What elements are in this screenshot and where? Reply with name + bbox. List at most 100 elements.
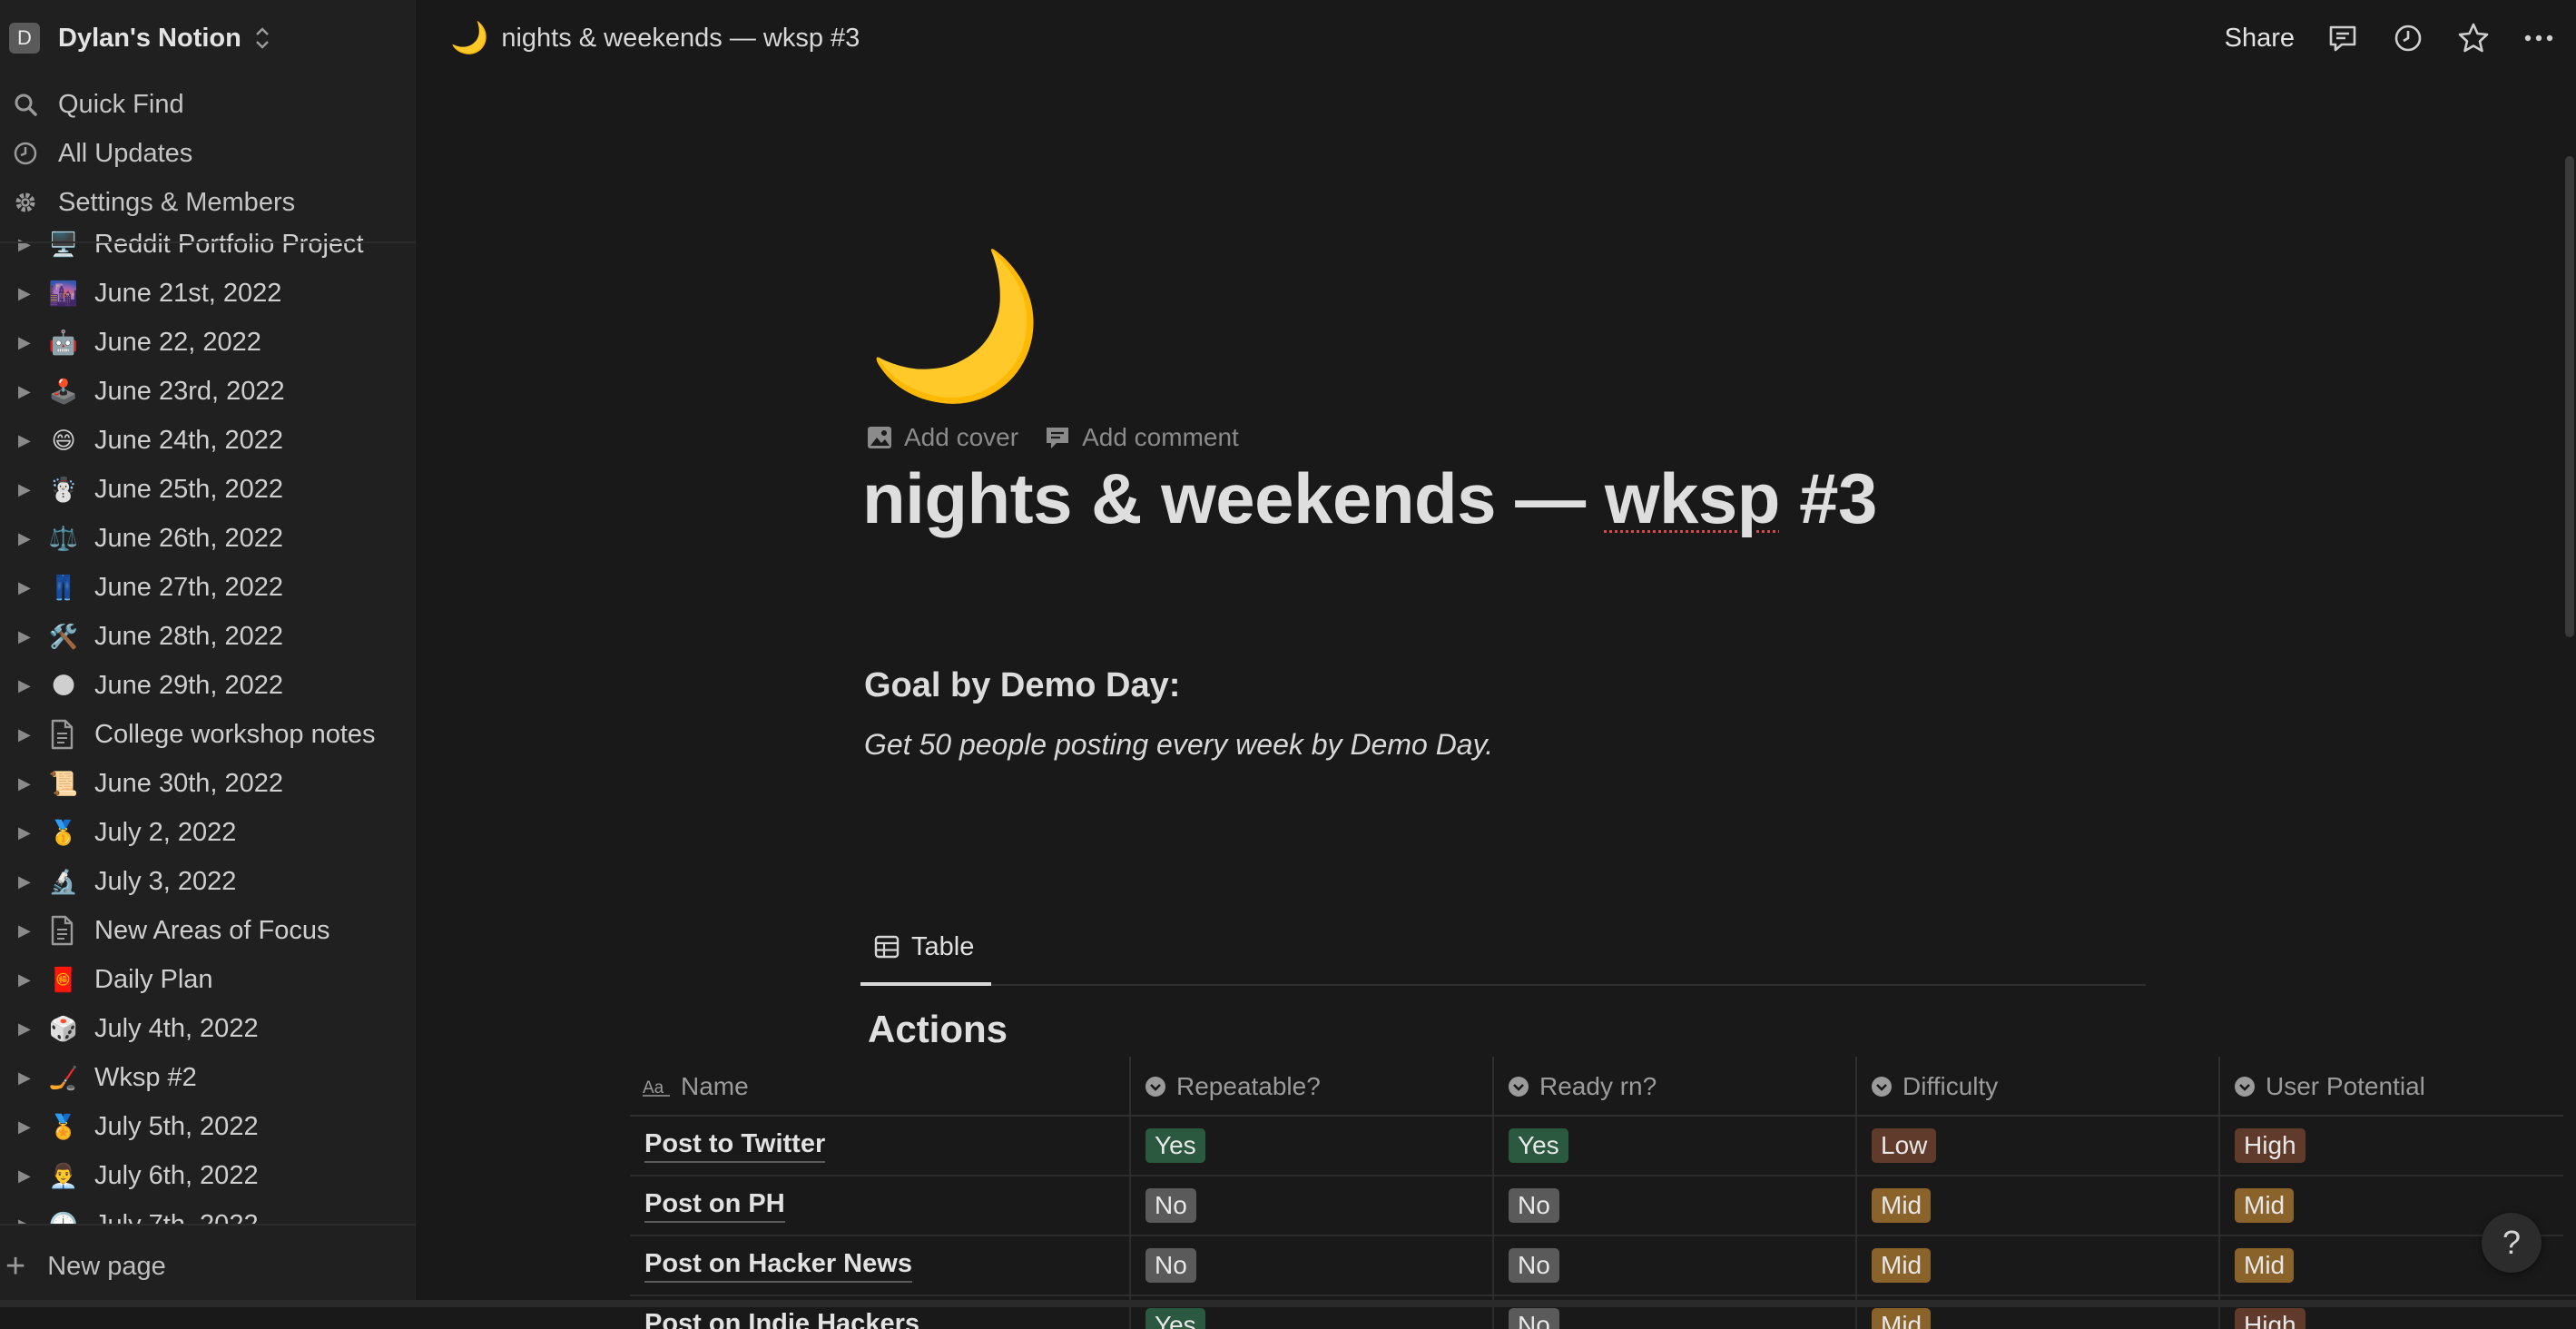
cell-repeatable[interactable]: No — [1131, 1236, 1494, 1295]
expand-triangle-icon[interactable]: ▶ — [18, 1117, 31, 1137]
expand-triangle-icon[interactable]: ▶ — [18, 284, 31, 303]
column-header-name[interactable]: Aa Name — [630, 1057, 1131, 1117]
expand-triangle-icon[interactable]: ▶ — [18, 1068, 31, 1088]
main-scrollbar[interactable] — [2563, 76, 2576, 1251]
expand-triangle-icon[interactable]: ▶ — [18, 725, 31, 744]
horizontal-scrollbar[interactable] — [0, 1300, 2576, 1307]
goal-text[interactable]: Get 50 people posting every week by Demo… — [864, 728, 1493, 762]
column-header-repeatable[interactable]: Repeatable? — [1131, 1057, 1494, 1117]
workspace-switcher[interactable]: D Dylan's Notion — [0, 0, 416, 76]
expand-triangle-icon[interactable]: ▶ — [18, 970, 31, 989]
expand-triangle-icon[interactable]: ▶ — [18, 431, 31, 450]
expand-triangle-icon[interactable]: ▶ — [18, 578, 31, 597]
favorite-star-icon[interactable] — [2456, 21, 2491, 55]
breadcrumb[interactable]: 🌙 nights & weekends — wksp #3 — [450, 20, 860, 56]
cell-ready[interactable]: No — [1494, 1176, 1857, 1235]
sidebar-page-item[interactable]: ▶🖥️Reddit Portfolio Project — [0, 220, 416, 269]
cell-difficulty[interactable]: Mid — [1857, 1176, 2220, 1235]
sidebar-page-item[interactable]: ▶🥇July 2, 2022 — [0, 808, 416, 857]
more-options-icon[interactable] — [2522, 21, 2556, 55]
sidebar-page-item[interactable]: ▶☃️June 25th, 2022 — [0, 465, 416, 514]
row-name-link[interactable]: Post to Twitter — [644, 1129, 825, 1163]
sidebar-page-item[interactable]: ▶🧧Daily Plan — [0, 955, 416, 1004]
expand-triangle-icon[interactable]: ▶ — [18, 235, 31, 254]
row-name-link[interactable]: Post on Indie Hackers — [644, 1309, 919, 1329]
expand-triangle-icon[interactable]: ▶ — [18, 333, 31, 352]
expand-triangle-icon[interactable]: ▶ — [18, 382, 31, 401]
sidebar-page-item[interactable]: ▶🎲July 4th, 2022 — [0, 1004, 416, 1053]
sidebar-page-item[interactable]: ▶🕓July 7th, 2022 — [0, 1200, 416, 1224]
expand-triangle-icon[interactable]: ▶ — [18, 1167, 31, 1186]
column-header-ready[interactable]: Ready rn? — [1494, 1057, 1857, 1117]
share-button[interactable]: Share — [2225, 24, 2295, 54]
table-row[interactable]: Post to TwitterYesYesLowHigh — [630, 1117, 2576, 1176]
add-cover-button[interactable]: Add cover — [866, 423, 1018, 452]
table-row[interactable]: Post on Hacker NewsNoNoMidMid — [630, 1236, 2576, 1296]
sidebar-page-item[interactable]: ▶🔬July 3, 2022 — [0, 857, 416, 906]
cell-name[interactable]: Post to Twitter — [630, 1117, 1131, 1175]
page-title[interactable]: nights & weekends — wksp #3 — [862, 458, 1877, 540]
tab-table-view[interactable]: Table — [860, 911, 991, 986]
row-name-link[interactable]: Post on PH — [644, 1189, 785, 1223]
page-controls: Add cover Add comment — [866, 423, 1264, 452]
help-button[interactable]: ? — [2482, 1213, 2542, 1273]
sidebar-page-label: June 29th, 2022 — [94, 671, 283, 701]
expand-triangle-icon[interactable]: ▶ — [18, 480, 31, 499]
expand-triangle-icon[interactable]: ▶ — [18, 1216, 31, 1225]
column-header-user-potential[interactable]: User Potential — [2220, 1057, 2576, 1117]
cell-ready[interactable]: No — [1494, 1236, 1857, 1295]
page-icon[interactable]: 🌙 — [866, 254, 1045, 398]
sidebar-page-item[interactable]: ▶🏅July 5th, 2022 — [0, 1102, 416, 1151]
goal-heading[interactable]: Goal by Demo Day: — [864, 666, 1180, 705]
sidebar-page-item[interactable]: ▶🛠️June 28th, 2022 — [0, 612, 416, 661]
sidebar-page-item[interactable]: ▶🌆June 21st, 2022 — [0, 269, 416, 318]
row-name-link[interactable]: Post on Hacker News — [644, 1249, 912, 1283]
cell-ready[interactable]: Yes — [1494, 1117, 1857, 1175]
sidebar-page-item[interactable]: ▶New Areas of Focus — [0, 906, 416, 955]
cell-name[interactable]: Post on Hacker News — [630, 1236, 1131, 1295]
expand-triangle-icon[interactable]: ▶ — [18, 823, 31, 842]
sidebar-divider — [0, 241, 416, 243]
sidebar-page-item[interactable]: ▶🤖June 22, 2022 — [0, 318, 416, 367]
cell-difficulty[interactable]: Low — [1857, 1117, 2220, 1175]
column-header-difficulty[interactable]: Difficulty — [1857, 1057, 2220, 1117]
history-clock-icon[interactable] — [2391, 21, 2425, 55]
add-comment-button[interactable]: Add comment — [1044, 423, 1239, 452]
sidebar-page-item[interactable]: ▶📜June 30th, 2022 — [0, 759, 416, 808]
cell-difficulty[interactable]: Mid — [1857, 1236, 2220, 1295]
cell-potential[interactable]: High — [2220, 1117, 2576, 1175]
sidebar-page-label: July 3, 2022 — [94, 867, 236, 897]
all-updates-button[interactable]: All Updates — [0, 129, 416, 178]
main-scrollbar-thumb[interactable] — [2565, 156, 2574, 637]
sidebar-page-item[interactable]: ▶🏒Wksp #2 — [0, 1053, 416, 1102]
cell-name[interactable]: Post on PH — [630, 1176, 1131, 1235]
moon-icon: 🌙 — [450, 20, 488, 56]
cell-repeatable[interactable]: No — [1131, 1176, 1494, 1235]
expand-triangle-icon[interactable]: ▶ — [18, 921, 31, 940]
table-row[interactable]: Post on PHNoNoMidMid — [630, 1176, 2576, 1236]
expand-triangle-icon[interactable]: ▶ — [18, 774, 31, 793]
expand-triangle-icon[interactable]: ▶ — [18, 627, 31, 646]
select-tag: No — [1145, 1188, 1196, 1223]
expand-triangle-icon[interactable]: ▶ — [18, 676, 31, 695]
sidebar-page-item[interactable]: ▶⚖️June 26th, 2022 — [0, 514, 416, 563]
sidebar-page-item[interactable]: ▶🕹️June 23rd, 2022 — [0, 367, 416, 416]
sidebar-page-item[interactable]: ▶College workshop notes — [0, 710, 416, 759]
expand-triangle-icon[interactable]: ▶ — [18, 1019, 31, 1039]
select-tag: No — [1145, 1248, 1196, 1283]
new-page-button[interactable]: + New page — [0, 1224, 416, 1307]
page-emoji-icon: 🥇 — [47, 816, 80, 849]
database-view-tabs: Table — [860, 911, 2146, 986]
sidebar-page-label: June 26th, 2022 — [94, 524, 283, 554]
sidebar-page-item[interactable]: ▶👖June 27th, 2022 — [0, 563, 416, 612]
sidebar-page-item[interactable]: ▶👨‍💼July 6th, 2022 — [0, 1151, 416, 1200]
database-title[interactable]: Actions — [868, 1008, 1008, 1051]
cell-repeatable[interactable]: Yes — [1131, 1117, 1494, 1175]
expand-triangle-icon[interactable]: ▶ — [18, 529, 31, 548]
page-title-part-1: nights & weekends — — [862, 458, 1605, 538]
sidebar-page-item[interactable]: ▶😄June 24th, 2022 — [0, 416, 416, 465]
comments-icon[interactable] — [2325, 21, 2360, 55]
expand-triangle-icon[interactable]: ▶ — [18, 872, 31, 891]
quick-find-button[interactable]: Quick Find — [0, 80, 416, 129]
sidebar-page-item[interactable]: ▶🌑June 29th, 2022 — [0, 661, 416, 710]
